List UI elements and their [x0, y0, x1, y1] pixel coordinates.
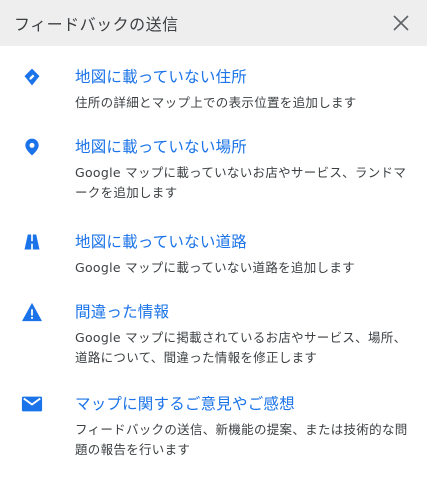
missing-address-description: 住所の詳細とマップ上での表示位置を追加します	[75, 95, 357, 110]
general-feedback-title: マップに関するご意見やご感想	[75, 395, 295, 413]
general-feedback-description: フィードバックの送信、新機能の提案、または技術的な問題の報告を行います	[75, 422, 408, 457]
missing-road-option[interactable]: 地図に載っていない道路 Google マップに載っていない道路を追加します	[0, 230, 427, 300]
missing-place-option[interactable]: 地図に載っていない場所 Google マップに載っていないお店やサービス、ランド…	[0, 135, 427, 230]
wrong-info-title: 間違った情報	[75, 303, 170, 321]
wrong-info-option[interactable]: 間違った情報 Google マップに掲載されているお店やサービス、場所、道路につ…	[0, 300, 427, 392]
place-pin-icon	[20, 135, 44, 159]
general-feedback-option[interactable]: マップに関するご意見やご感想 フィードバックの送信、新機能の提案、または技術的な…	[0, 392, 427, 472]
missing-road-title: 地図に載っていない道路	[75, 233, 247, 251]
close-icon	[393, 15, 409, 31]
close-button[interactable]	[387, 9, 415, 37]
mail-icon	[20, 392, 44, 416]
missing-place-description: Google マップに載っていないお店やサービス、ランドマークを追加します	[75, 165, 407, 200]
dialog-title: フィードバックの送信	[14, 15, 179, 34]
feedback-options-list: 地図に載っていない住所 住所の詳細とマップ上での表示位置を追加します 地図に載っ…	[0, 46, 427, 472]
feedback-dialog: フィードバックの送信 地図に載っていない住所 住所の詳細とマップ上での表示位置を…	[0, 0, 427, 480]
dialog-header: フィードバックの送信	[0, 0, 427, 46]
wrong-info-description: Google マップに掲載されているお店やサービス、場所、道路について、間違った…	[75, 330, 407, 365]
road-icon	[20, 230, 44, 254]
warning-icon	[20, 300, 44, 324]
missing-place-title: 地図に載っていない場所	[75, 138, 247, 156]
missing-road-description: Google マップに載っていない道路を追加します	[75, 260, 355, 275]
location-edit-icon	[20, 65, 44, 89]
missing-address-option[interactable]: 地図に載っていない住所 住所の詳細とマップ上での表示位置を追加します	[0, 65, 427, 135]
missing-address-title: 地図に載っていない住所	[75, 68, 247, 86]
